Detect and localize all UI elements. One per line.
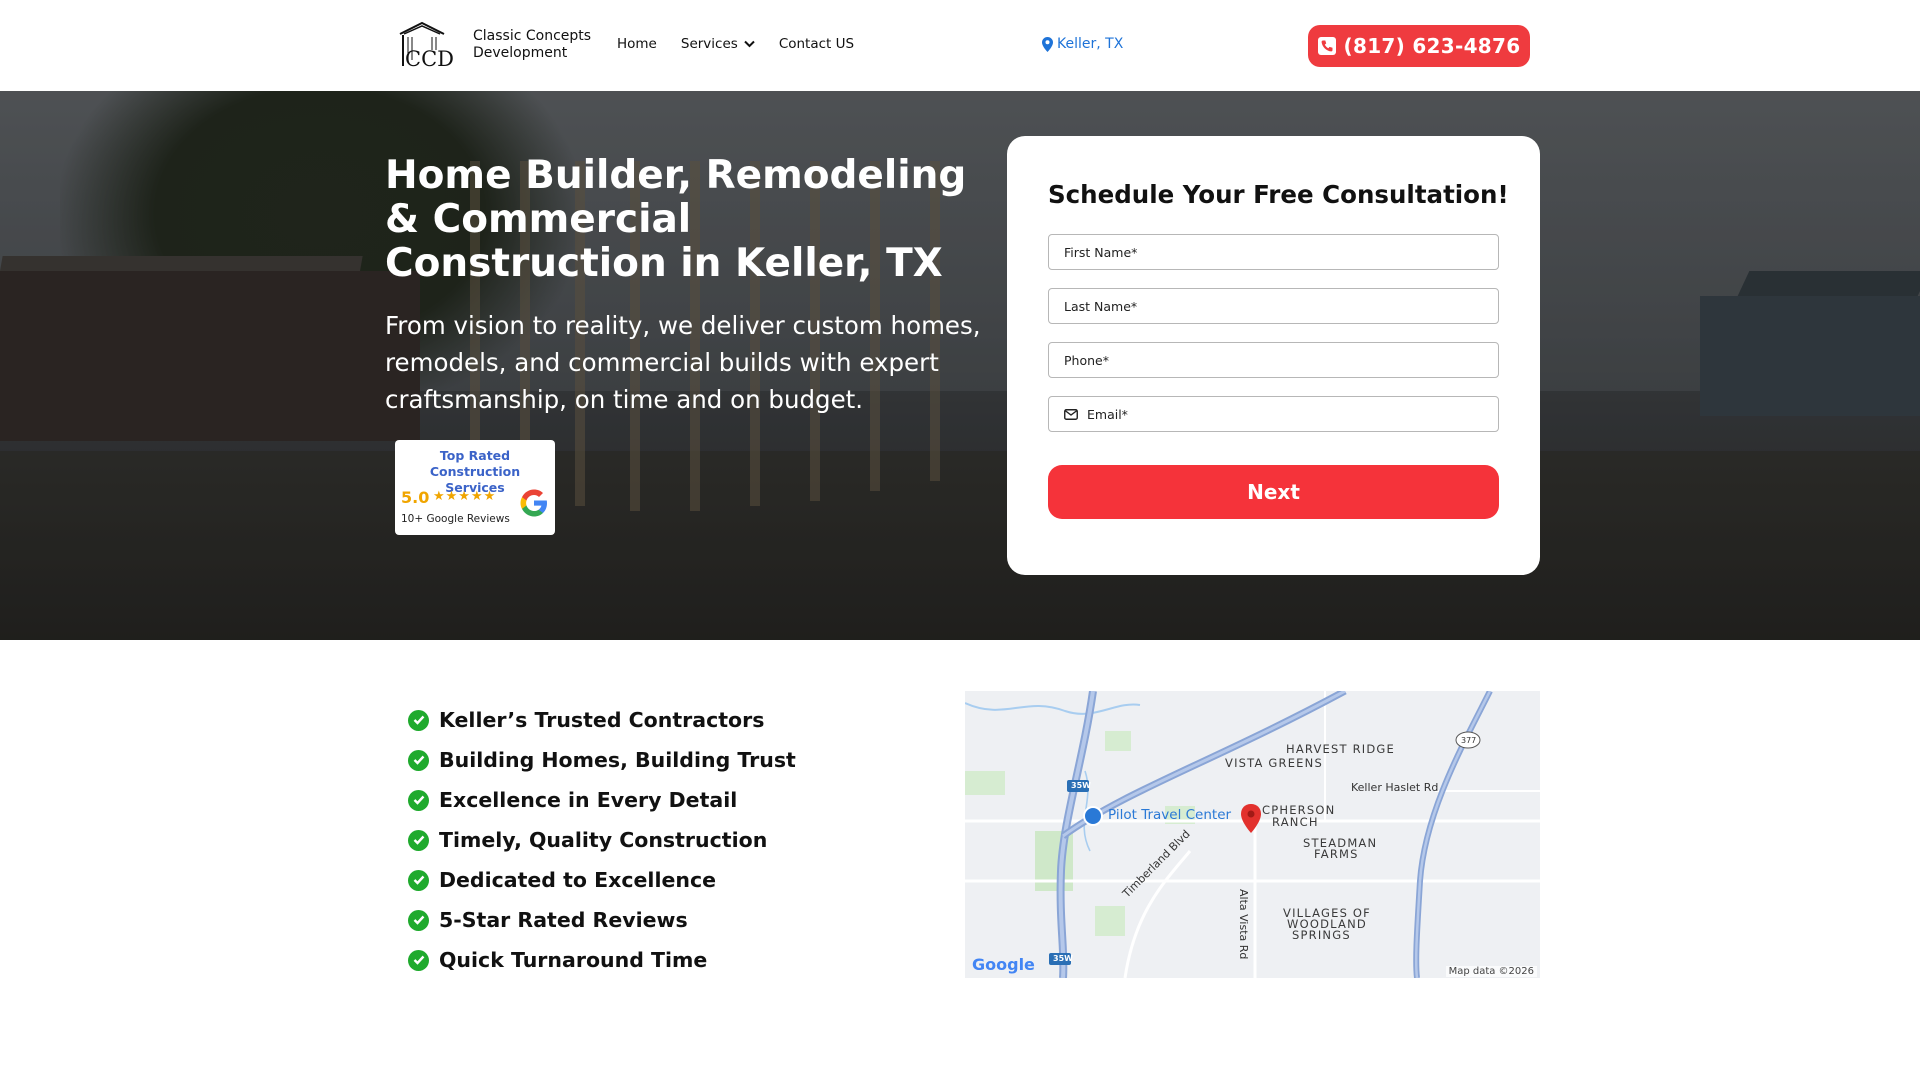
check-icon (408, 749, 429, 771)
check-icon (408, 829, 429, 851)
hero-title: Home Builder, Remodeling & Commercial Co… (385, 153, 967, 286)
map-area-label: HARVEST RIDGE (1286, 742, 1396, 756)
company-logo[interactable]: CCD (394, 20, 458, 70)
google-logo: Google (972, 955, 1035, 974)
phone-field[interactable]: Phone* (1048, 342, 1499, 378)
check-icon (408, 709, 429, 731)
check-icon (408, 869, 429, 891)
map-area-label: RANCH (1272, 815, 1319, 829)
svg-text:CCD: CCD (405, 47, 454, 70)
features-list: Keller’s Trusted Contractors Building Ho… (408, 700, 796, 980)
first-name-placeholder: First Name* (1064, 244, 1138, 260)
first-name-field[interactable]: First Name* (1048, 234, 1499, 270)
list-item: Quick Turnaround Time (408, 940, 796, 980)
map-poi-label[interactable]: Pilot Travel Center (1108, 807, 1231, 823)
list-item: Timely, Quality Construction (408, 820, 796, 860)
chevron-down-icon (744, 40, 755, 48)
check-icon (408, 949, 429, 971)
map-pin-icon (1042, 36, 1053, 52)
check-icon (408, 789, 429, 811)
highway-shield-label: 377 (1461, 736, 1477, 745)
map-canvas[interactable] (965, 691, 1540, 978)
map-attribution[interactable]: Map data ©2026 (1445, 966, 1537, 977)
list-item: Keller’s Trusted Contractors (408, 700, 796, 740)
consultation-form: Schedule Your Free Consultation! First N… (1007, 136, 1540, 575)
next-button[interactable]: Next (1048, 465, 1499, 519)
map-area-label: VISTA GREENS (1225, 756, 1323, 770)
map-road-label: Alta Vista Rd (1237, 889, 1250, 960)
nav-home-label: Home (617, 36, 657, 52)
brand-line-2: Development (473, 45, 568, 61)
brand-line-1: Classic Concepts (473, 28, 592, 44)
map-area-label: FARMS (1314, 847, 1359, 861)
brand-name[interactable]: Classic Concepts Development (473, 28, 591, 62)
phone-placeholder: Phone* (1064, 352, 1109, 368)
phone-icon (1317, 37, 1336, 55)
location-label: Keller, TX (1057, 36, 1124, 52)
check-icon (408, 909, 429, 931)
feature-label: Timely, Quality Construction (439, 828, 768, 852)
nav-services[interactable]: Services (681, 36, 755, 52)
email-placeholder: Email* (1087, 406, 1128, 422)
map-area-label: SPRINGS (1292, 928, 1351, 942)
hero-section: Home Builder, Remodeling & Commercial Co… (0, 91, 1920, 640)
feature-label: Building Homes, Building Trust (439, 748, 796, 772)
highway-shield-label: 35W (1071, 781, 1091, 790)
location-link[interactable]: Keller, TX (1042, 36, 1123, 52)
feature-label: Quick Turnaround Time (439, 948, 708, 972)
nav-services-label: Services (680, 36, 738, 52)
map-road-label: Keller Haslet Rd (1351, 781, 1439, 794)
feature-label: Dedicated to Excellence (439, 868, 717, 892)
list-item: Dedicated to Excellence (408, 860, 796, 900)
mail-icon (1064, 408, 1078, 420)
nav-contact[interactable]: Contact US (779, 36, 854, 52)
list-item: 5-Star Rated Reviews (408, 900, 796, 940)
list-item: Excellence in Every Detail (408, 780, 796, 820)
feature-label: 5-Star Rated Reviews (439, 908, 688, 932)
last-name-field[interactable]: Last Name* (1048, 288, 1499, 324)
list-item: Building Homes, Building Trust (408, 740, 796, 780)
form-title: Schedule Your Free Consultation! (1048, 180, 1509, 209)
main-nav: Home Services Contact US (617, 36, 854, 52)
nav-contact-label: Contact US (778, 36, 855, 52)
phone-number: (817) 623-4876 (1343, 34, 1521, 58)
nav-home[interactable]: Home (617, 36, 657, 52)
feature-label: Keller’s Trusted Contractors (439, 708, 765, 732)
site-header: CCD Classic Concepts Development Home Se… (0, 0, 1920, 91)
google-rating-badge[interactable]: Top Rated Construction Services 5.0 ★★★★… (395, 440, 555, 535)
location-map[interactable]: HARVEST RIDGE VISTA GREENS CPHERSON RANC… (965, 691, 1540, 978)
last-name-placeholder: Last Name* (1064, 298, 1138, 314)
google-g-icon (520, 489, 547, 517)
highway-shield-label: 35W (1053, 954, 1073, 963)
badge-rating: 5.0 (401, 488, 430, 507)
feature-label: Excellence in Every Detail (439, 788, 738, 812)
star-rating-icons: ★★★★★ (433, 489, 497, 504)
email-field[interactable]: Email* (1048, 396, 1499, 432)
badge-reviews: 10+ Google Reviews (401, 513, 510, 525)
google-logo-text: Google (972, 955, 1035, 974)
hero-subtitle: From vision to reality, we deliver custo… (385, 311, 981, 414)
phone-button[interactable]: (817) 623-4876 (1308, 25, 1530, 67)
